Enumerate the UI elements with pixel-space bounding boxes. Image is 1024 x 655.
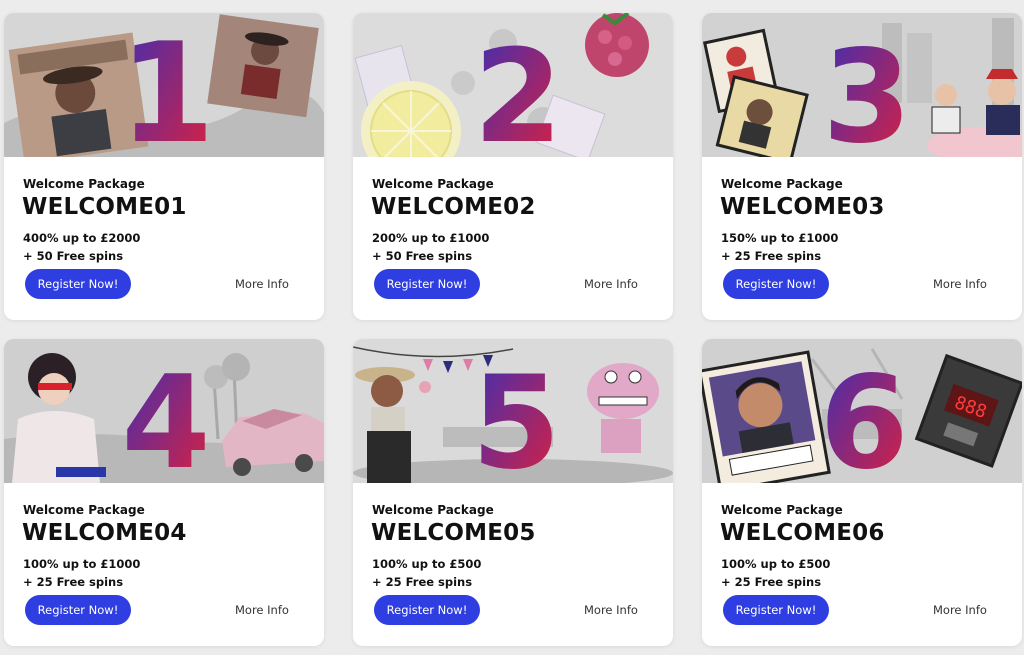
welcome-card-2: 2 Welcome Package WELCOME02 200% up to £…: [353, 13, 673, 320]
more-info-link[interactable]: More Info: [235, 277, 289, 291]
promo-code: WELCOME03: [720, 194, 885, 220]
more-info-link[interactable]: More Info: [933, 277, 987, 291]
free-spins-text: + 25 Free spins: [23, 575, 124, 589]
welcome-card-3: 3 Welcome Package WELCOME03 150% up to £…: [702, 13, 1022, 320]
bonus-text: 100% up to £1000: [23, 557, 141, 571]
package-label: Welcome Package: [372, 503, 494, 517]
more-info-link[interactable]: More Info: [584, 603, 638, 617]
free-spins-text: + 25 Free spins: [721, 575, 822, 589]
promo-code: WELCOME04: [22, 520, 187, 546]
package-label: Welcome Package: [721, 177, 843, 191]
bonus-text: 200% up to £1000: [372, 231, 490, 245]
offer-number-2: 2: [473, 23, 562, 157]
offer-number-1: 1: [119, 13, 215, 157]
welcome-card-5: 5 Welcome Package WELCOME05 100% up to £…: [353, 339, 673, 646]
bonus-text: 400% up to £2000: [23, 231, 141, 245]
register-now-button[interactable]: Register Now!: [25, 595, 131, 625]
package-label: Welcome Package: [23, 503, 145, 517]
svg-text:4: 4: [121, 349, 210, 483]
card-hero-image: 2: [353, 13, 673, 157]
promo-code: WELCOME06: [720, 520, 885, 546]
package-label: Welcome Package: [23, 177, 145, 191]
more-info-link[interactable]: More Info: [584, 277, 638, 291]
bonus-text: 150% up to £1000: [721, 231, 839, 245]
register-now-button[interactable]: Register Now!: [25, 269, 131, 299]
more-info-link[interactable]: More Info: [235, 603, 289, 617]
offer-number-6: 6: [819, 349, 908, 483]
bonus-text: 100% up to £500: [372, 557, 482, 571]
promo-code: WELCOME05: [371, 520, 536, 546]
svg-text:1: 1: [119, 13, 215, 157]
free-spins-text: + 50 Free spins: [372, 249, 473, 263]
welcome-card-4: 4 Welcome Package WELCOME04 100% up to £…: [4, 339, 324, 646]
register-now-button[interactable]: Register Now!: [723, 595, 829, 625]
offer-number-4: 4: [121, 349, 210, 483]
card-hero-image: 3: [702, 13, 1022, 157]
svg-text:6: 6: [819, 349, 908, 483]
package-label: Welcome Package: [372, 177, 494, 191]
welcome-card-1: 1 Welcome Package WELCOME01 400% up to £…: [4, 13, 324, 320]
card-hero-image: 888 6: [702, 339, 1022, 483]
free-spins-text: + 50 Free spins: [23, 249, 124, 263]
free-spins-text: + 25 Free spins: [372, 575, 473, 589]
more-info-link[interactable]: More Info: [933, 603, 987, 617]
free-spins-text: + 25 Free spins: [721, 249, 822, 263]
package-label: Welcome Package: [721, 503, 843, 517]
offer-number-5: 5: [471, 349, 560, 483]
svg-text:2: 2: [473, 23, 562, 157]
svg-text:3: 3: [822, 23, 911, 157]
offer-number-3: 3: [822, 23, 911, 157]
welcome-card-6: 888 6 Welcome Package WELCOME06 100% up …: [702, 339, 1022, 646]
svg-text:5: 5: [471, 349, 560, 483]
register-now-button[interactable]: Register Now!: [374, 269, 480, 299]
promo-code: WELCOME01: [22, 194, 187, 220]
card-hero-image: 5: [353, 339, 673, 483]
promo-code: WELCOME02: [371, 194, 536, 220]
register-now-button[interactable]: Register Now!: [723, 269, 829, 299]
register-now-button[interactable]: Register Now!: [374, 595, 480, 625]
card-hero-image: 4: [4, 339, 324, 483]
card-hero-image: 1: [4, 13, 324, 157]
bonus-text: 100% up to £500: [721, 557, 831, 571]
